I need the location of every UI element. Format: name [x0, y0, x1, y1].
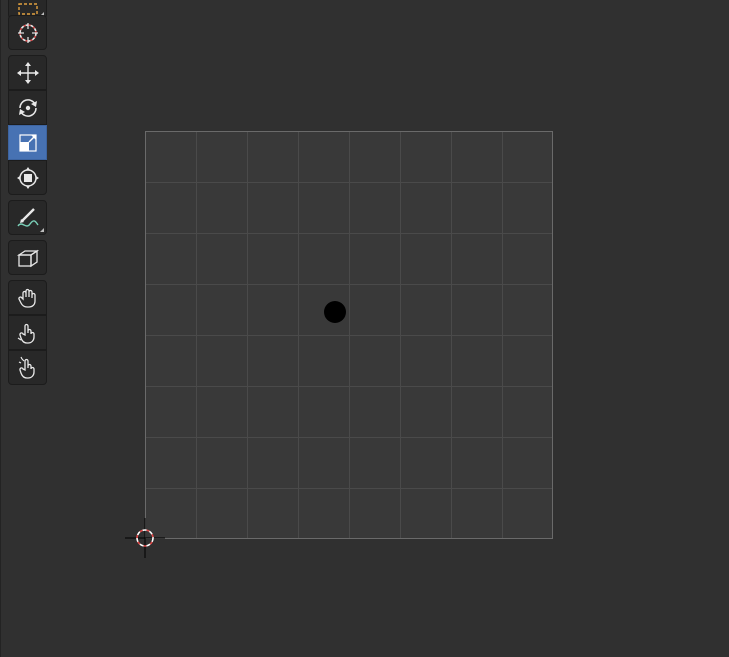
pinch-tool-button[interactable] — [8, 315, 47, 350]
rotate-tool-button[interactable] — [8, 90, 47, 125]
cursor-icon — [17, 22, 38, 43]
editor-left-border — [0, 0, 1, 657]
move-tool-button[interactable] — [8, 55, 47, 90]
rotate-icon — [18, 98, 37, 117]
scale-icon — [18, 133, 37, 152]
uv-vertex[interactable] — [324, 301, 346, 323]
uv-grid[interactable] — [145, 131, 553, 539]
transform-icon — [16, 166, 39, 189]
move-icon — [16, 61, 39, 84]
uv-sculpt-tool-button[interactable] — [8, 350, 47, 385]
grab-tool-button[interactable] — [8, 240, 47, 275]
2d-cursor-icon[interactable] — [125, 518, 165, 558]
annotate-tool-button[interactable] — [8, 200, 47, 235]
pinch-icon — [17, 323, 35, 344]
scale-tool-button[interactable] — [8, 125, 47, 160]
select-box-icon — [17, 3, 38, 15]
tool-options-indicator — [40, 228, 44, 232]
transform-tool-button[interactable] — [8, 160, 47, 195]
uv-sculpt-icon — [18, 356, 35, 379]
relax-tool-button[interactable] — [8, 280, 47, 315]
annotate-icon — [16, 207, 39, 227]
relax-icon — [17, 288, 36, 308]
cursor-tool-button[interactable] — [8, 15, 47, 50]
grab-icon — [16, 249, 39, 267]
